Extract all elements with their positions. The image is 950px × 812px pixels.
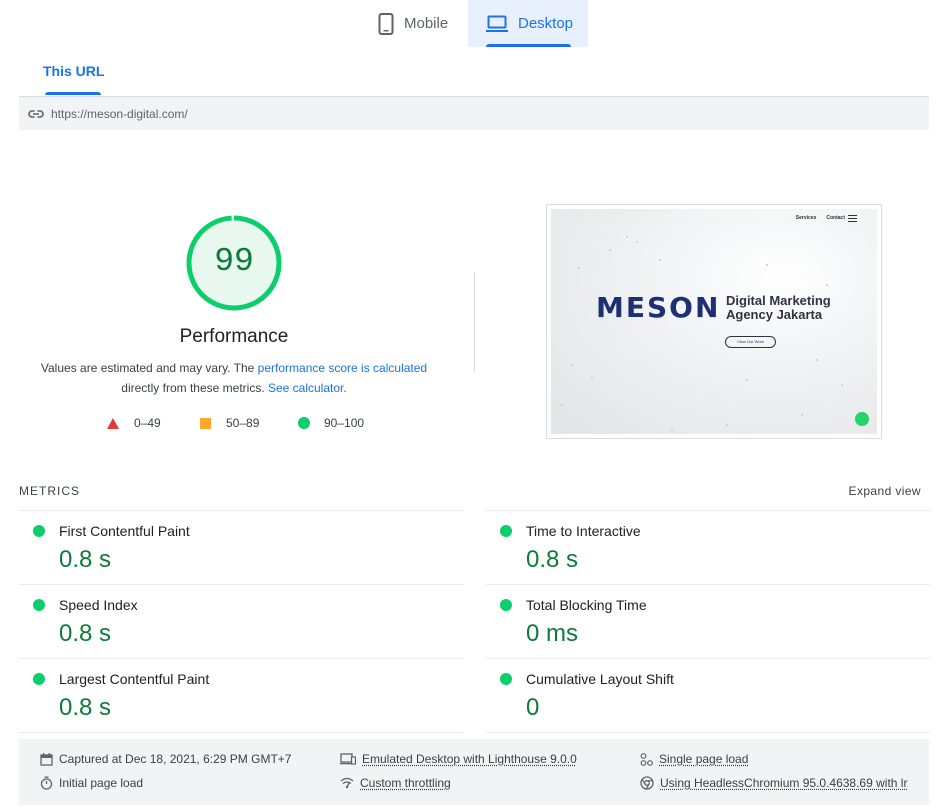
link-icon <box>28 109 44 118</box>
metric-total-blocking-time: Total Blocking Time 0 ms <box>486 584 930 658</box>
pass-circle-icon <box>33 673 45 685</box>
pass-circle-icon <box>500 599 512 611</box>
pass-circle-icon <box>33 525 45 537</box>
pass-circle-icon <box>33 599 45 611</box>
captured-at: Captured at Dec 18, 2021, 6:29 PM GMT+7 <box>40 752 291 766</box>
metric-value: 0 <box>526 694 540 721</box>
initial-page-load-text: Initial page load <box>59 776 144 790</box>
triangle-icon <box>107 417 119 429</box>
metric-label: Time to Interactive <box>526 523 641 539</box>
metric-cumulative-layout-shift: Cumulative Layout Shift 0 <box>486 658 930 732</box>
see-calculator-link[interactable]: See calculator <box>268 381 343 395</box>
legend-average-range: 50–89 <box>226 416 260 430</box>
legend-average: 50–89 <box>200 416 259 430</box>
captured-at-text: Captured at Dec 18, 2021, 6:29 PM GMT+7 <box>59 752 292 766</box>
final-screenshot[interactable]: Services Contact MESON Digital Marketing … <box>546 204 882 439</box>
custom-throttling-text: Custom throttling <box>360 776 451 790</box>
metric-largest-contentful-paint: Largest Contentful Paint 0.8 s <box>19 658 463 732</box>
pass-circle-icon <box>500 525 512 537</box>
metrics-title: METRICS <box>19 484 80 498</box>
tab-mobile-label: Mobile <box>404 15 449 32</box>
metrics-header: METRICS Expand view <box>19 484 921 500</box>
tab-mobile[interactable]: Mobile <box>368 0 468 47</box>
metric-first-contentful-paint: First Contentful Paint 0.8 s <box>19 510 463 584</box>
timer-icon <box>40 776 53 790</box>
pass-circle-icon <box>500 673 512 685</box>
metric-time-to-interactive: Time to Interactive 0.8 s <box>486 510 930 584</box>
devices-icon <box>340 753 356 765</box>
performance-score-calculated-link[interactable]: performance score is calculated <box>258 361 427 375</box>
browser-version[interactable]: Using HeadlessChromium 95.0.4638.69 with… <box>640 776 910 790</box>
custom-throttling[interactable]: Custom throttling <box>340 776 451 790</box>
score-note-text: Values are estimated and may vary. The <box>40 361 258 375</box>
metric-value: 0.8 s <box>526 546 579 573</box>
metric-label: Largest Contentful Paint <box>59 671 210 687</box>
screenshot-cta: View Our Work <box>725 336 776 348</box>
metric-speed-index: Speed Index 0.8 s <box>19 584 463 658</box>
tested-url: https://meson-digital.com/ <box>51 106 188 121</box>
emulated-desktop-text: Emulated Desktop with Lighthouse 9.0.0 <box>362 752 577 766</box>
metrics-divider <box>19 732 463 733</box>
square-icon <box>200 417 211 429</box>
whatsapp-icon <box>855 412 869 426</box>
smartphone-icon <box>378 12 394 35</box>
score-note-suffix: . <box>343 381 347 395</box>
metric-label: Cumulative Layout Shift <box>526 671 674 687</box>
legend-fail-range: 0–49 <box>134 416 161 430</box>
metrics-divider <box>486 732 930 733</box>
metric-value: 0.8 s <box>59 694 112 721</box>
single-page-load-text: Single page load <box>659 752 749 766</box>
hamburger-menu-icon <box>848 215 857 224</box>
screenshot-nav-services: Services <box>795 215 817 221</box>
screenshot-nav-contact: Contact <box>826 215 845 221</box>
browser-version-text: Using HeadlessChromium 95.0.4638.69 with… <box>660 776 908 790</box>
url-tabs: This URL <box>19 47 929 97</box>
metric-value: 0 ms <box>526 620 579 647</box>
metric-value: 0.8 s <box>59 620 112 647</box>
single-page-load[interactable]: Single page load <box>640 752 748 766</box>
device-tabs: Mobile Desktop <box>0 0 950 47</box>
expand-view-button[interactable]: Expand view <box>849 484 921 498</box>
legend-pass: 90–100 <box>298 416 364 430</box>
performance-title: Performance <box>179 326 289 347</box>
initial-page-load: Initial page load <box>40 776 143 790</box>
legend-fail: 0–49 <box>107 416 161 430</box>
metric-value: 0.8 s <box>59 546 112 573</box>
section-divider <box>474 272 475 372</box>
tab-desktop-label: Desktop <box>518 15 574 32</box>
screenshot-image: Services Contact MESON Digital Marketing … <box>551 209 877 434</box>
nodes-icon <box>640 752 653 766</box>
screenshot-headline: Digital Marketing Agency Jakarta <box>726 293 831 322</box>
tab-desktop[interactable]: Desktop <box>468 0 588 47</box>
chrome-icon <box>640 776 654 790</box>
metric-label: Speed Index <box>59 597 138 613</box>
performance-score: 99 <box>214 243 254 280</box>
calendar-icon <box>40 752 53 766</box>
meson-logo: MESON <box>596 291 721 324</box>
wifi-icon <box>340 777 354 789</box>
score-note-text-2: directly from these metrics. <box>121 381 268 395</box>
score-note: Values are estimated and may vary. The p… <box>34 358 434 398</box>
tab-this-url[interactable]: This URL <box>43 63 104 79</box>
metric-label: Total Blocking Time <box>526 597 647 613</box>
circle-icon <box>298 417 310 429</box>
runtime-settings: Captured at Dec 18, 2021, 6:29 PM GMT+7 … <box>19 739 929 805</box>
emulated-desktop[interactable]: Emulated Desktop with Lighthouse 9.0.0 <box>340 752 577 766</box>
screenshot-nav: Services Contact <box>796 215 855 221</box>
legend-pass-range: 90–100 <box>324 416 365 430</box>
metric-label: First Contentful Paint <box>59 523 190 539</box>
tested-url-bar: https://meson-digital.com/ <box>19 97 929 130</box>
laptop-icon <box>486 15 508 32</box>
active-url-tab-indicator <box>45 92 101 95</box>
